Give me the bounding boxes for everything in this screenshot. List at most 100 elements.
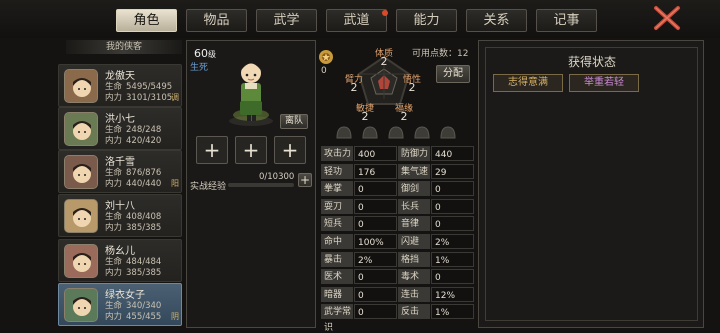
- stat-label: 反击: [398, 304, 430, 320]
- equip-slot-1[interactable]: +: [196, 136, 228, 164]
- stat-row-right: 长兵 0: [398, 198, 474, 215]
- character-tag: 阳: [171, 179, 179, 188]
- character-card[interactable]: 洪小七 生命 248/248 内力 420/420: [58, 107, 182, 150]
- stat-value: 2%: [431, 234, 474, 249]
- tab-items[interactable]: 物品: [186, 9, 247, 32]
- stat-label: 命中: [321, 234, 353, 249]
- tab-abilities[interactable]: 能力: [396, 9, 457, 32]
- hero-level: 60级: [194, 47, 216, 60]
- avatar: [64, 69, 98, 103]
- stat-row-left: 轻功 176: [321, 163, 397, 180]
- attr-fortune-value: 2: [400, 110, 408, 123]
- stat-row-right: 音律 0: [398, 216, 474, 232]
- accessory-slots: [334, 124, 464, 140]
- stat-value: 0: [431, 269, 474, 285]
- character-mp: 内力 3101/3105: [105, 93, 173, 103]
- stat-row-left: 暴击 2%: [321, 251, 397, 268]
- character-mp: 内力 455/455: [105, 312, 162, 322]
- character-card[interactable]: 洛千雪 生命 876/876 内力 440/440 阳: [58, 150, 182, 193]
- stat-label: 医术: [321, 269, 353, 285]
- stat-label: 耍刀: [321, 198, 353, 214]
- tab-martial-way[interactable]: 武道: [326, 9, 387, 32]
- stat-label: 格挡: [398, 251, 430, 267]
- tab-relations[interactable]: 关系: [466, 9, 527, 32]
- character-card[interactable]: 龙傲天 生命 5495/5495 内力 3101/3105 调: [58, 64, 182, 107]
- stat-row-left: 攻击力 400: [321, 146, 397, 162]
- avatar: [64, 244, 98, 278]
- stat-value: 0: [354, 216, 397, 232]
- exp-bar: [228, 183, 294, 187]
- stat-row-left: 武学常识 0: [321, 304, 397, 333]
- leave-team-button[interactable]: 离队: [280, 114, 308, 129]
- attr-comprehension-value: 2: [408, 81, 416, 94]
- skill-count: 0: [321, 66, 327, 76]
- stat-value: 0: [431, 181, 474, 197]
- character-mp: 内力 440/440: [105, 179, 162, 189]
- stat-value: 0: [354, 286, 397, 302]
- assign-points-button[interactable]: 分配: [436, 65, 470, 83]
- stat-label: 轻功: [321, 163, 353, 179]
- stat-row-left: 短兵 0: [321, 216, 397, 232]
- stat-label: 集气速度: [398, 163, 430, 193]
- attr-constitution-value: 2: [380, 55, 388, 68]
- close-icon[interactable]: [652, 5, 682, 31]
- stat-value: 400: [354, 146, 397, 161]
- stat-row-right: 防御力 440: [398, 146, 474, 162]
- stat-row-left: 医术 0: [321, 269, 397, 285]
- stat-row-left: 暗器 0: [321, 286, 397, 303]
- character-mp: 内力 420/420: [105, 136, 162, 146]
- avatar: [64, 155, 98, 189]
- stat-label: 暴击: [321, 251, 353, 267]
- exp-value: 0/10300: [259, 172, 295, 182]
- skill-medal-icon: [318, 48, 334, 66]
- stat-row-left: 耍刀 0: [321, 198, 397, 215]
- notification-dot: [382, 10, 388, 16]
- stat-label: 音律: [398, 216, 430, 232]
- character-card[interactable]: 绿衣女子 生命 340/340 内力 455/455 阴: [58, 283, 182, 326]
- attr-agility-value: 2: [361, 110, 369, 123]
- status-panel: 获得状态 志得意满 举重若轻: [478, 40, 704, 328]
- stat-value: 440: [431, 146, 474, 161]
- stat-label: 连击: [398, 286, 430, 302]
- status-item-2[interactable]: 举重若轻: [569, 74, 639, 92]
- equip-slot-3[interactable]: +: [274, 136, 306, 164]
- stat-value: 176: [354, 163, 397, 179]
- stat-row-right: 闪避 2%: [398, 234, 474, 250]
- stat-label: 暗器: [321, 286, 353, 302]
- character-mp: 内力 385/385: [105, 268, 162, 278]
- stat-row-right: 毒术 0: [398, 269, 474, 285]
- stat-value: 0: [354, 198, 397, 214]
- stat-label: 短兵: [321, 216, 353, 232]
- tab-character[interactable]: 角色: [116, 9, 177, 32]
- stat-value: 1%: [431, 304, 474, 320]
- character-mp: 内力 385/385: [105, 223, 162, 233]
- character-card[interactable]: 刘十八 生命 408/408 内力 385/385: [58, 194, 182, 237]
- status-item-1[interactable]: 志得意满: [493, 74, 563, 92]
- stat-row-right: 御剑 0: [398, 181, 474, 197]
- tab-journal[interactable]: 记事: [536, 9, 597, 32]
- equip-slot-2[interactable]: +: [235, 136, 267, 164]
- stat-value: 0: [431, 216, 474, 232]
- stat-row-right: 格挡 1%: [398, 251, 474, 268]
- hero-figure: [223, 55, 279, 127]
- stat-value: 0: [354, 304, 397, 320]
- attribute-panel: 0 体质 2 臂力 2 悟性 2 敏捷 2 福缘 2 可用点数：12 分配 攻击…: [318, 40, 474, 333]
- stat-label: 攻击力: [321, 146, 353, 161]
- stat-row-right: 连击 12%: [398, 286, 474, 303]
- stat-label: 毒术: [398, 269, 430, 285]
- stat-value: 12%: [431, 286, 474, 302]
- stat-row-left: 命中 100%: [321, 234, 397, 250]
- stat-row-left: 拳掌 0: [321, 181, 397, 197]
- avatar: [64, 199, 98, 233]
- stat-row-right: 集气速度29: [398, 163, 474, 193]
- stat-label: 防御力: [398, 146, 430, 161]
- character-tag: 调: [171, 93, 179, 102]
- exp-label: 实战经验: [190, 182, 227, 192]
- add-exp-button[interactable]: +: [298, 173, 312, 187]
- stat-label: 拳掌: [321, 181, 353, 197]
- stat-value: 0: [431, 198, 474, 214]
- stat-label: 武学常识: [321, 304, 353, 333]
- character-card[interactable]: 杨幺儿 生命 484/484 内力 385/385: [58, 239, 182, 282]
- stat-label: 御剑: [398, 181, 430, 197]
- tab-martial-arts[interactable]: 武学: [256, 9, 317, 32]
